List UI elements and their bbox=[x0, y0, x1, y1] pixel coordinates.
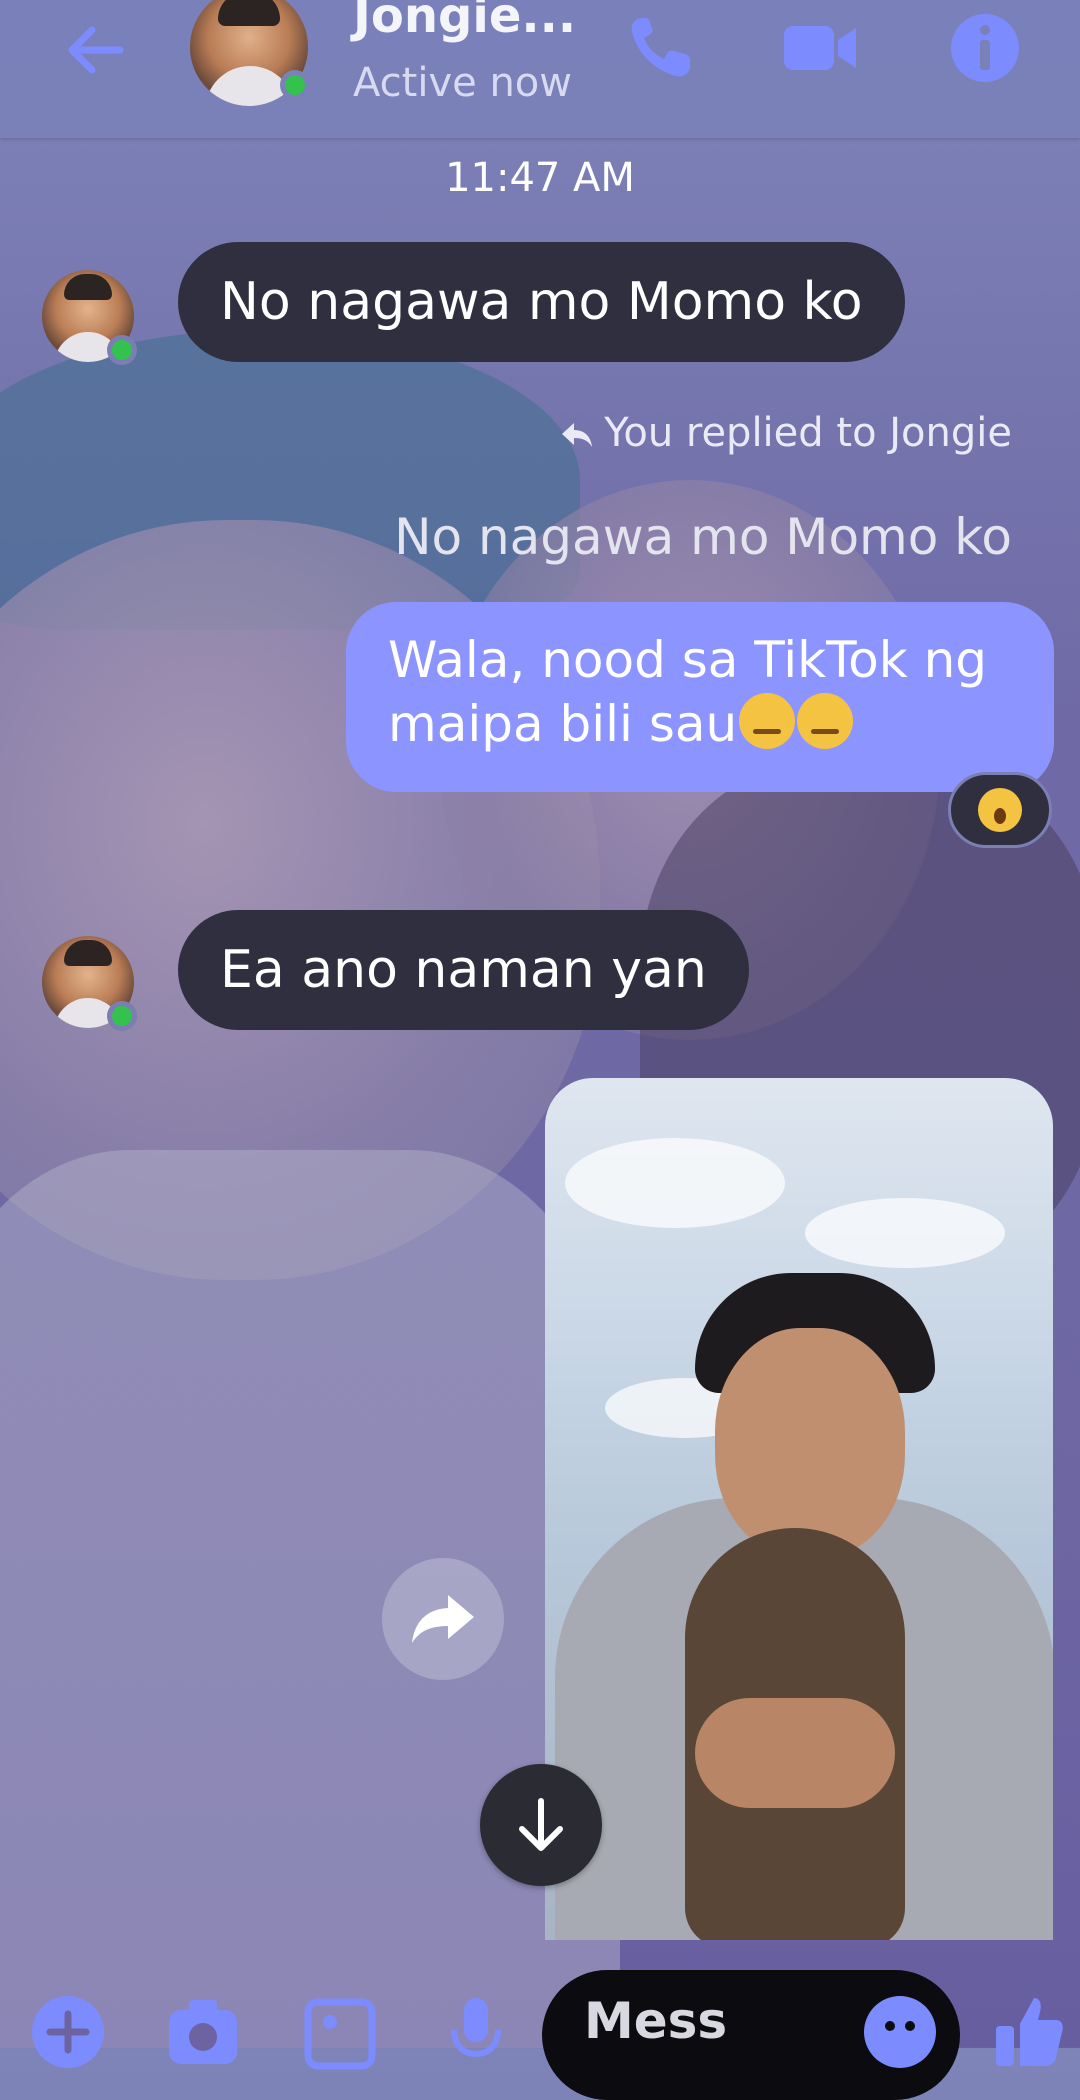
video-camera-icon[interactable] bbox=[780, 8, 860, 88]
share-arrow-icon bbox=[412, 1595, 474, 1643]
message-reaction[interactable] bbox=[948, 772, 1052, 848]
reply-indicator: You replied to Jongie bbox=[560, 410, 1012, 456]
online-status-dot bbox=[107, 335, 137, 365]
info-icon[interactable] bbox=[945, 8, 1025, 88]
outgoing-message-line2: maipa bili sau bbox=[388, 695, 738, 753]
camera-icon[interactable] bbox=[165, 1994, 241, 2070]
monocle-face-emoji bbox=[797, 693, 854, 749]
emoji-icon[interactable] bbox=[862, 1994, 938, 2070]
scroll-to-bottom-button[interactable] bbox=[480, 1764, 602, 1886]
message-composer: Mess bbox=[0, 1940, 1080, 2100]
reply-arrow-icon bbox=[562, 423, 593, 447]
microphone-icon[interactable] bbox=[438, 1994, 514, 2070]
online-status-dot bbox=[280, 70, 310, 100]
contact-status: Active now bbox=[353, 60, 572, 106]
chat-header: Jongie... Active now bbox=[0, 0, 1080, 138]
share-button[interactable] bbox=[382, 1558, 504, 1680]
plus-icon[interactable] bbox=[30, 1994, 106, 2070]
incoming-message-bubble[interactable]: Ea ano naman yan bbox=[178, 910, 749, 1030]
thumbs-up-icon[interactable] bbox=[990, 1994, 1066, 2070]
message-input-placeholder: Mess bbox=[584, 1992, 728, 2050]
outgoing-message-bubble[interactable]: Wala, nood sa TikTok ng maipa bili sau bbox=[346, 602, 1054, 792]
outgoing-message-line1: Wala, nood sa TikTok ng bbox=[388, 631, 988, 689]
message-timestamp: 11:47 AM bbox=[445, 155, 635, 201]
contact-name[interactable]: Jongie... bbox=[353, 0, 576, 44]
gallery-icon[interactable] bbox=[302, 1994, 378, 2070]
quoted-message[interactable]: No nagawa mo Momo ko bbox=[394, 508, 1012, 566]
back-arrow-icon[interactable] bbox=[58, 12, 134, 88]
reply-label-text: You replied to Jongie bbox=[604, 410, 1012, 456]
raised-eyebrow-emoji bbox=[739, 693, 796, 749]
arrow-down-icon bbox=[519, 1798, 563, 1851]
incoming-message-bubble[interactable]: No nagawa mo Momo ko bbox=[178, 242, 905, 362]
surprised-face-emoji bbox=[978, 788, 1022, 832]
online-status-dot bbox=[107, 1001, 137, 1031]
photo-message[interactable] bbox=[545, 1078, 1053, 1940]
phone-icon[interactable] bbox=[620, 8, 700, 88]
